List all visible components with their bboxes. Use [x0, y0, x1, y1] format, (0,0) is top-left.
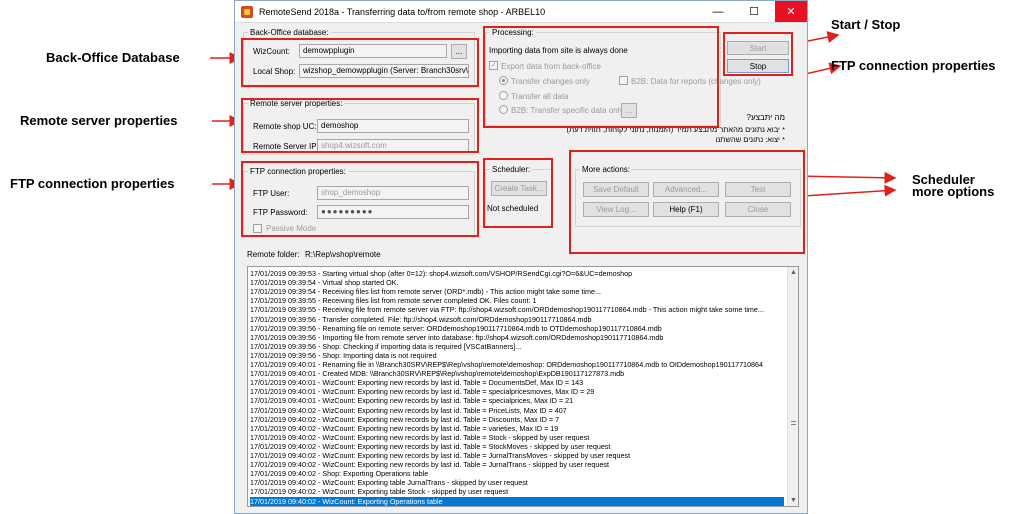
log-line[interactable]: 17/01/2019 09:40:01 - Renaming file in \… [250, 360, 784, 369]
callout-remote: Remote server properties [20, 113, 178, 128]
log-scrollbar[interactable]: ▲ ▼ [787, 267, 798, 506]
log-line[interactable]: 17/01/2019 09:39:56 - Shop: Importing da… [250, 351, 784, 360]
log-line[interactable]: 17/01/2019 09:40:02 - Shop: Exporting Op… [250, 469, 784, 478]
app-icon [241, 6, 253, 18]
log-line[interactable]: 17/01/2019 09:40:01 - WizCount: Exportin… [250, 387, 784, 396]
log-line[interactable]: 17/01/2019 09:39:56 - Transfer completed… [250, 315, 784, 324]
log-line[interactable]: 17/01/2019 09:39:56 - Renaming file on r… [250, 324, 784, 333]
backoffice-group-title: Back-Office database: [248, 28, 331, 37]
scroll-down-icon[interactable]: ▼ [788, 495, 798, 506]
log-line[interactable]: 17/01/2019 09:39:55 - Receiving files li… [250, 296, 784, 305]
maximize-button[interactable]: ☐ [739, 1, 769, 22]
highlight-processing [483, 26, 719, 128]
log-line[interactable]: 17/01/2019 09:40:02 - WizCount: Exportin… [250, 460, 784, 469]
log-line[interactable]: 17/01/2019 09:40:02 - WizCount: Exportin… [250, 478, 784, 487]
remote-folder-value: R:\Rep\vshop\remote [305, 250, 381, 259]
minimize-button[interactable]: — [703, 1, 733, 22]
highlight-backoffice [241, 38, 479, 87]
hebrew-line-export: * יצוא: נתונים שהשתנו [715, 135, 785, 144]
log-line[interactable]: 17/01/2019 09:40:01 - WizCount: Exportin… [250, 378, 784, 387]
log-line[interactable]: 17/01/2019 09:39:53 - Starting virtual s… [250, 269, 784, 278]
log-line[interactable]: 17/01/2019 09:40:02 - WizCount: Exportin… [250, 415, 784, 424]
callout-start-stop: Start / Stop [831, 17, 901, 32]
remotesend-window: RemoteSend 2018a - Transferring data to/… [234, 0, 808, 514]
scroll-grip-icon[interactable] [791, 421, 796, 425]
log-line[interactable]: 17/01/2019 09:40:02 - WizCount: Exportin… [250, 433, 784, 442]
log-line[interactable]: 17/01/2019 09:40:02 - WizCount: Exportin… [250, 487, 784, 496]
title-bar[interactable]: RemoteSend 2018a - Transferring data to/… [235, 1, 807, 23]
highlight-start-stop [723, 32, 793, 76]
scroll-up-icon[interactable]: ▲ [788, 267, 798, 278]
window-title: RemoteSend 2018a - Transferring data to/… [259, 7, 546, 17]
log-line[interactable]: 17/01/2019 09:39:56 - Shop: Checking if … [250, 342, 784, 351]
callout-more: more options [912, 184, 995, 199]
highlight-more-actions [569, 150, 805, 254]
close-window-button[interactable]: ✕ [775, 1, 807, 22]
log-line[interactable]: 17/01/2019 09:40:01 - Created MDB: \\Bra… [250, 369, 784, 378]
log-listbox[interactable]: 17/01/2019 09:39:53 - Starting virtual s… [247, 266, 799, 507]
remote-folder-label: Remote folder: [247, 250, 300, 259]
arrow-more [802, 184, 897, 197]
callout-ftp-left: FTP connection properties [10, 176, 175, 191]
callout-backoffice: Back-Office Database [46, 50, 180, 65]
log-line[interactable]: 17/01/2019 09:39:56 - Importing file fro… [250, 333, 784, 342]
log-line[interactable]: 17/01/2019 09:40:01 - WizCount: Exportin… [250, 396, 784, 405]
log-line[interactable]: 17/01/2019 09:39:54 - Receiving files li… [250, 287, 784, 296]
highlight-remote-server [241, 98, 479, 153]
highlight-scheduler [483, 158, 553, 228]
log-line[interactable]: 17/01/2019 09:39:55 - Receiving file fro… [250, 305, 784, 314]
log-line[interactable]: 17/01/2019 09:40:02 - WizCount: Exportin… [250, 424, 784, 433]
log-line[interactable]: 17/01/2019 09:40:02 - WizCount: Exportin… [250, 496, 784, 506]
log-line[interactable]: 17/01/2019 09:40:02 - WizCount: Exportin… [250, 406, 784, 415]
highlight-ftp [241, 161, 479, 237]
log-line[interactable]: 17/01/2019 09:40:02 - WizCount: Exportin… [250, 442, 784, 451]
callout-ftp-right: FTP connection properties [831, 58, 996, 73]
log-line[interactable]: 17/01/2019 09:40:02 - WizCount: Exportin… [250, 451, 784, 460]
log-line[interactable]: 17/01/2019 09:39:54 - Virtual shop start… [250, 278, 784, 287]
